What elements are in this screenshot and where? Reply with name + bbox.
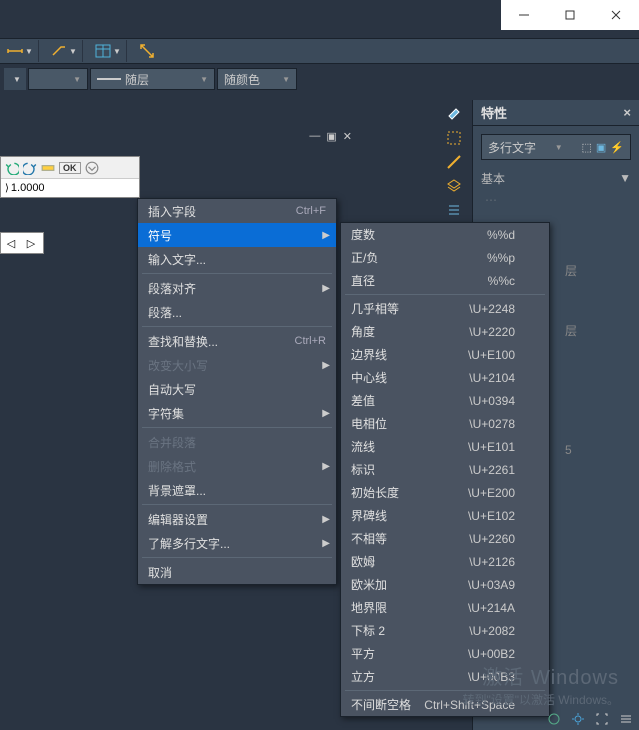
property-row-layer[interactable]: ⋯ (485, 190, 627, 210)
menu-editor-settings[interactable]: 编辑器设置▶ (138, 507, 336, 531)
panel-minimize-button[interactable]: — (309, 130, 320, 143)
symbol-item[interactable]: 电相位\U+0278 (341, 412, 549, 435)
options-dropdown-icon[interactable] (85, 161, 99, 175)
close-button[interactable] (593, 0, 639, 30)
status-icons (545, 710, 635, 728)
quick-select-icon[interactable]: ⬚ (581, 141, 591, 154)
symbol-item[interactable]: 不相等\U+2260 (341, 527, 549, 550)
symbol-item[interactable]: 下标 2\U+2082 (341, 619, 549, 642)
lineweight-dropdown[interactable]: 随层 ▼ (90, 68, 215, 90)
symbol-submenu: 度数%%d正/负%%p直径%%c 几乎相等\U+2248角度\U+2220边界线\… (340, 222, 550, 717)
eraser-icon[interactable] (444, 104, 464, 124)
menu-paragraph[interactable]: 段落... (138, 300, 336, 324)
chevron-down-icon: ▼ (619, 171, 631, 185)
ok-button[interactable]: OK (59, 162, 81, 174)
panel-close-button[interactable]: ✕ (343, 130, 352, 143)
stack-right-button[interactable]: ▷ (21, 233, 41, 253)
status-location-icon[interactable] (545, 710, 563, 728)
layer-toggle-button[interactable]: ▼ (4, 68, 26, 90)
top-toolbar: ▼ ▼ ▼ (0, 38, 639, 64)
menu-insert-field[interactable]: 插入字段Ctrl+F (138, 199, 336, 223)
text-stack-controls: ◁ ▷ (0, 232, 44, 254)
ruler-arrow-icon: ⟩ (5, 183, 9, 194)
undo-icon[interactable] (5, 161, 19, 175)
symbol-item[interactable]: 度数%%d (341, 223, 549, 246)
activation-watermark-1: 激活 Windows (482, 661, 619, 690)
toggle-pickadd-icon[interactable]: ⚡ (610, 141, 624, 154)
status-gear-icon[interactable] (569, 710, 587, 728)
symbol-item[interactable]: 界碑线\U+E102 (341, 504, 549, 527)
symbol-item[interactable]: 初始长度\U+E200 (341, 481, 549, 504)
menu-find-replace[interactable]: 查找和替换...Ctrl+R (138, 329, 336, 353)
color-label: 随颜色 (224, 71, 260, 88)
menu-change-case: 改变大小写▶ (138, 353, 336, 377)
minimize-button[interactable] (501, 0, 547, 30)
select-objects-icon[interactable]: ▣ (596, 141, 606, 154)
menu-import-text[interactable]: 输入文字... (138, 247, 336, 271)
mtext-edit-toolbar: OK (1, 157, 139, 179)
properties-title: 特性 (481, 103, 507, 122)
dimstyle-button[interactable] (136, 40, 158, 62)
symbol-item[interactable]: 流线\U+E101 (341, 435, 549, 458)
menu-bgmask[interactable]: 背景遮罩... (138, 478, 336, 502)
redo-icon[interactable] (23, 161, 37, 175)
symbol-item[interactable]: 欧姆\U+2126 (341, 550, 549, 573)
section-basic[interactable]: 基本 ▼ (481, 168, 631, 188)
measure-icon[interactable] (444, 152, 464, 172)
stack-left-button[interactable]: ◁ (1, 233, 21, 253)
leader-button[interactable]: ▼ (48, 40, 78, 62)
symbol-item[interactable]: 几乎相等\U+2248 (341, 297, 549, 320)
panel-window-controls: — ▣ ✕ (309, 130, 352, 143)
symbol-item[interactable]: 边界线\U+E100 (341, 343, 549, 366)
menu-cancel[interactable]: 取消 (138, 560, 336, 584)
list-icon[interactable] (444, 200, 464, 220)
symbol-item[interactable]: 正/负%%p (341, 246, 549, 269)
symbol-item[interactable]: 差值\U+0394 (341, 389, 549, 412)
panel-restore-button[interactable]: ▣ (326, 130, 336, 143)
menu-learn-mtext[interactable]: 了解多行文字...▶ (138, 531, 336, 555)
mtext-context-menu: 插入字段Ctrl+F 符号▶ 输入文字... 段落对齐▶ 段落... 查找和替换… (137, 198, 337, 585)
symbol-item[interactable]: 欧米加\U+03A9 (341, 573, 549, 596)
menu-auto-caps[interactable]: 自动大写 (138, 377, 336, 401)
mtext-value-row[interactable]: ⟩ 1.0000 (1, 179, 139, 197)
properties-header: 特性 × (473, 100, 639, 126)
window-titlebar (501, 0, 639, 30)
dimension-linear-button[interactable]: ▼ (4, 40, 34, 62)
color-dropdown[interactable]: 随颜色 ▼ (217, 68, 297, 90)
properties-close-button[interactable]: × (623, 105, 631, 120)
symbol-item[interactable]: 角度\U+2220 (341, 320, 549, 343)
status-menu-icon[interactable] (617, 710, 635, 728)
menu-symbol[interactable]: 符号▶ (138, 223, 336, 247)
symbol-item[interactable]: 标识\U+2261 (341, 458, 549, 481)
select-all-icon[interactable] (444, 128, 464, 148)
selection-type-dropdown[interactable]: 多行文字 ▼ ⬚ ▣ ⚡ (481, 134, 631, 160)
menu-charset[interactable]: 字符集▶ (138, 401, 336, 425)
lineweight-label: 随层 (125, 71, 149, 88)
symbol-item[interactable]: 地界限\U+214A (341, 596, 549, 619)
table-button[interactable]: ▼ (92, 40, 122, 62)
menu-merge-para: 合并段落 (138, 430, 336, 454)
ruler-icon[interactable] (41, 161, 55, 175)
menu-del-format: 删除格式▶ (138, 454, 336, 478)
menu-para-align[interactable]: 段落对齐▶ (138, 276, 336, 300)
status-fullscreen-icon[interactable] (593, 710, 611, 728)
layers-icon[interactable] (444, 176, 464, 196)
symbol-item[interactable]: 中心线\U+2104 (341, 366, 549, 389)
selection-type-label: 多行文字 (488, 139, 536, 156)
symbol-item[interactable]: 直径%%c (341, 269, 549, 292)
layer-row: ▼ ▼ 随层 ▼ 随颜色 ▼ (0, 66, 639, 92)
linetype-dropdown[interactable]: ▼ (28, 68, 88, 90)
mtext-value: 1.0000 (11, 182, 45, 194)
maximize-button[interactable] (547, 0, 593, 30)
activation-watermark-2: 转到"设置"以激活 Windows。 (462, 691, 619, 708)
